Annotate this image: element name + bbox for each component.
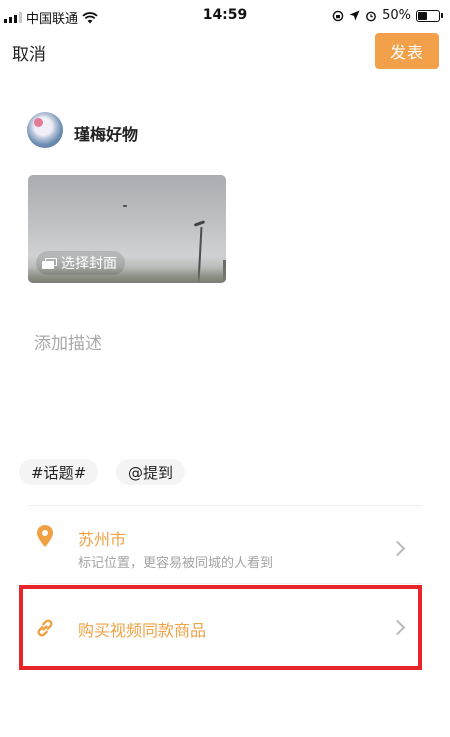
highlight-annotation xyxy=(19,585,422,670)
cancel-button[interactable]: 取消 xyxy=(12,40,46,65)
battery-icon xyxy=(416,9,443,22)
topic-tag-button[interactable]: #话题# xyxy=(19,459,99,485)
divider xyxy=(28,583,422,584)
rotation-lock-icon xyxy=(332,10,344,21)
image-stack-icon xyxy=(42,257,57,269)
chevron-right-icon xyxy=(389,540,406,557)
location-arrow-icon xyxy=(349,10,360,21)
description-input[interactable]: 添加描述 xyxy=(34,329,102,354)
select-cover-label: 选择封面 xyxy=(61,256,117,272)
video-cover[interactable]: 选择封面 xyxy=(28,175,226,283)
battery-percent: 50% xyxy=(382,8,411,23)
mention-tag-button[interactable]: @提到 xyxy=(116,459,186,485)
divider xyxy=(28,505,422,506)
location-hint: 标记位置，更容易被同城的人看到 xyxy=(78,556,274,571)
location-city: 苏州市 xyxy=(78,530,127,549)
alarm-icon xyxy=(366,11,376,21)
publish-button[interactable]: 发表 xyxy=(375,33,439,69)
map-pin-icon xyxy=(37,525,53,547)
avatar xyxy=(27,112,63,148)
username: 瑾梅好物 xyxy=(74,125,139,144)
battery-level xyxy=(418,11,427,20)
select-cover-button[interactable]: 选择封面 xyxy=(36,251,125,275)
status-right: 50% xyxy=(332,8,443,23)
status-bar: 中国联通 14:59 50% xyxy=(0,0,450,32)
